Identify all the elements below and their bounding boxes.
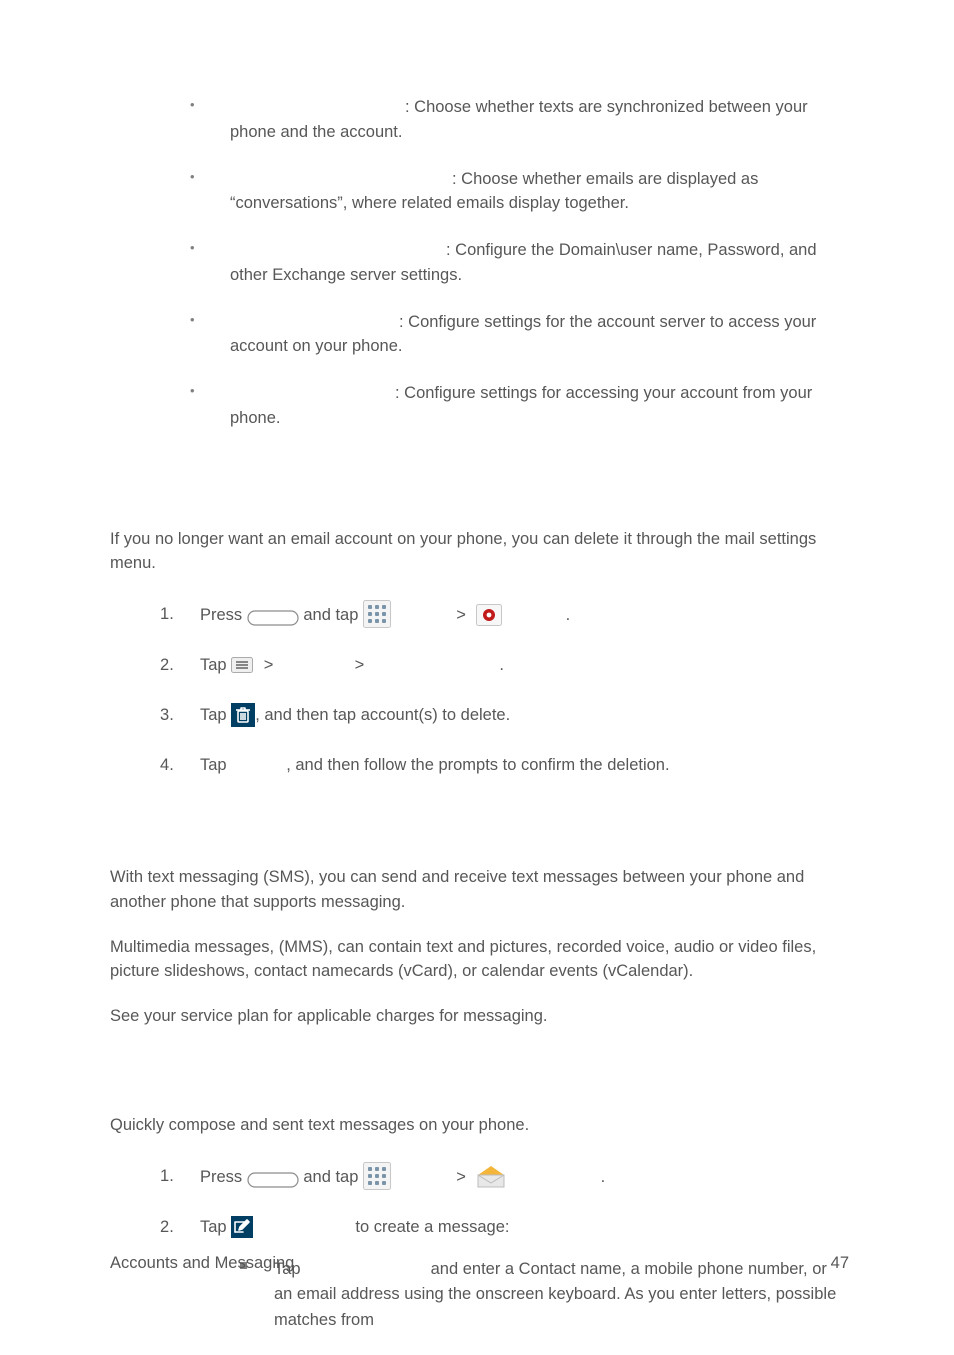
step-text: and tap bbox=[303, 606, 363, 624]
breadcrumb-separator: > bbox=[450, 1163, 472, 1191]
compose-step: Press and tap bbox=[160, 1162, 849, 1191]
step-text: and tap bbox=[303, 1168, 363, 1186]
delete-step: Press and tap bbox=[160, 600, 849, 629]
settings-icon bbox=[476, 604, 502, 626]
step-text: Tap bbox=[200, 656, 231, 674]
step-text: , and then follow the prompts to confirm… bbox=[286, 756, 669, 774]
breadcrumb-separator: > bbox=[258, 651, 280, 679]
breadcrumb-separator: > bbox=[450, 601, 472, 629]
option-desc: : Configure the Domain\user name, Passwo… bbox=[230, 241, 817, 284]
footer-page-number: 47 bbox=[831, 1254, 849, 1273]
compose-intro: Quickly compose and sent text messages o… bbox=[110, 1113, 849, 1138]
compose-steps: Press and tap bbox=[160, 1162, 849, 1334]
breadcrumb-separator: > bbox=[349, 651, 371, 679]
settings-option-item: : Configure settings for accessing your … bbox=[190, 381, 849, 431]
footer-section-title: Accounts and Messaging bbox=[110, 1254, 294, 1273]
compose-message-icon bbox=[231, 1216, 253, 1238]
apps-grid-icon bbox=[363, 600, 391, 628]
settings-option-item: : Choose whether emails are displayed as… bbox=[190, 167, 849, 217]
messaging-intro-2: Multimedia messages, (MMS), can contain … bbox=[110, 935, 849, 985]
delete-account-steps: Press and tap bbox=[160, 600, 849, 779]
step-text: , and then tap account(s) to delete. bbox=[255, 706, 510, 724]
step-text: to create a message: bbox=[351, 1218, 510, 1236]
delete-account-intro: If you no longer want an email account o… bbox=[110, 527, 849, 577]
settings-options-list: : Choose whether texts are synchronized … bbox=[190, 95, 849, 431]
menu-list-icon bbox=[231, 657, 253, 673]
option-desc: : Configure settings for the account ser… bbox=[230, 313, 816, 356]
settings-option-item: : Choose whether texts are synchronized … bbox=[190, 95, 849, 145]
messaging-envelope-icon bbox=[476, 1165, 506, 1189]
option-desc: : Choose whether texts are synchronized … bbox=[230, 98, 808, 141]
delete-step: Tap , and then tap account(s) t bbox=[160, 701, 849, 729]
delete-step: Tap > > . bbox=[160, 651, 849, 679]
apps-grid-icon bbox=[363, 1162, 391, 1190]
messaging-intro-3: See your service plan for applicable cha… bbox=[110, 1004, 849, 1029]
settings-option-item: : Configure settings for the account ser… bbox=[190, 310, 849, 360]
page-footer: Accounts and Messaging 47 bbox=[110, 1254, 849, 1273]
option-desc: : Choose whether emails are displayed as… bbox=[230, 170, 758, 213]
step-text: Tap bbox=[200, 756, 231, 774]
settings-option-item: : Configure the Domain\user name, Passwo… bbox=[190, 238, 849, 288]
step-text: Press bbox=[200, 606, 247, 624]
home-button-icon bbox=[247, 1172, 299, 1188]
home-button-icon bbox=[247, 610, 299, 626]
step-text: Press bbox=[200, 1168, 247, 1186]
delete-step: Tap , and then follow the prompts to con… bbox=[160, 751, 849, 779]
option-desc: : Configure settings for accessing your … bbox=[230, 384, 812, 427]
step-text: Tap bbox=[200, 706, 231, 724]
step-text: Tap bbox=[200, 1218, 231, 1236]
messaging-intro-1: With text messaging (SMS), you can send … bbox=[110, 865, 849, 915]
trash-icon bbox=[231, 703, 255, 727]
